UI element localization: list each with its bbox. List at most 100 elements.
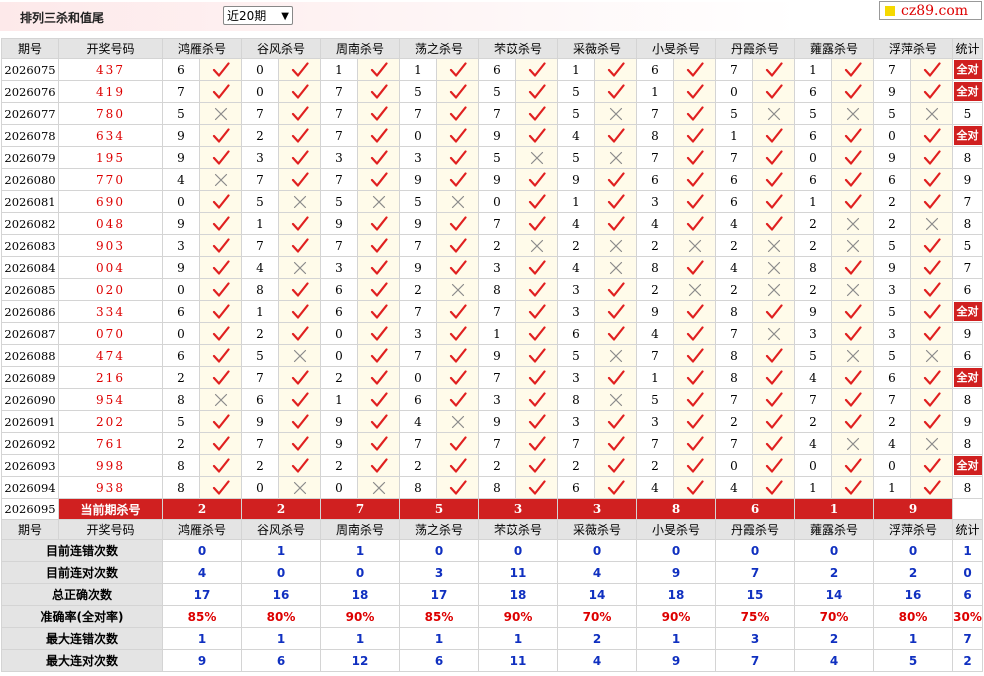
kill-number-cell: 9 [399, 212, 437, 235]
header-expert: 周南杀号 [320, 38, 400, 59]
range-select[interactable]: 近20期 ▼ [223, 6, 293, 25]
check-icon [923, 237, 941, 253]
check-icon [370, 369, 388, 385]
kill-number-cell: 0 [715, 80, 753, 103]
kill-number-cell: 7 [399, 234, 437, 257]
header-expert: 丹霞杀号 [715, 38, 795, 59]
check-icon [765, 479, 783, 495]
kill-number-cell: 2 [794, 278, 832, 301]
result-mark-cell [436, 410, 479, 433]
stat-value: 70% [557, 605, 637, 628]
result-mark-cell [910, 410, 953, 433]
stat-value: 18 [320, 583, 400, 606]
result-mark-cell [357, 212, 400, 235]
cross-icon [293, 195, 306, 208]
total-cell: 全对 [952, 58, 983, 81]
check-icon [370, 281, 388, 297]
check-icon [923, 413, 941, 429]
kill-number-cell: 6 [794, 80, 832, 103]
result-mark-cell [752, 146, 795, 169]
result-mark-cell [199, 366, 242, 389]
result-mark-cell [436, 146, 479, 169]
kill-number-cell: 6 [399, 388, 437, 411]
check-icon [686, 259, 704, 275]
result-mark-cell [594, 322, 637, 345]
result-mark-cell [278, 80, 321, 103]
check-icon [844, 391, 862, 407]
check-icon [923, 193, 941, 209]
kill-number-cell: 9 [873, 80, 911, 103]
result-mark-cell [910, 80, 953, 103]
kill-number-cell: 9 [478, 124, 516, 147]
table-row: 2026087 070 0 2 0 3 1 6 4 7 3 3 9 [1, 322, 983, 345]
draw-cell: 195 [58, 146, 163, 169]
result-mark-cell [436, 454, 479, 477]
result-mark-cell [278, 476, 321, 499]
kill-number-cell: 7 [241, 102, 279, 125]
issue-cell: 2026088 [1, 344, 59, 367]
header-expert: 荡之杀号 [399, 519, 479, 540]
kill-number-cell: 9 [162, 256, 200, 279]
check-icon [212, 237, 230, 253]
stat-value: 2 [873, 561, 953, 584]
result-mark-cell [752, 388, 795, 411]
check-icon [528, 259, 546, 275]
result-mark-cell [910, 432, 953, 455]
kill-number-cell: 2 [162, 366, 200, 389]
result-mark-cell [831, 102, 874, 125]
check-icon [686, 61, 704, 77]
kill-number-cell: 7 [399, 344, 437, 367]
result-mark-cell [357, 322, 400, 345]
result-mark-cell [357, 344, 400, 367]
current-total-empty [952, 498, 983, 520]
kill-number-cell: 3 [557, 300, 595, 323]
current-kill-number: 2 [162, 498, 242, 520]
stat-value: 0 [162, 539, 242, 562]
kill-number-cell: 3 [320, 146, 358, 169]
stat-value: 90% [636, 605, 716, 628]
cross-icon [846, 239, 859, 252]
kill-number-cell: 9 [478, 410, 516, 433]
all-correct-badge: 全对 [953, 302, 982, 321]
result-mark-cell [673, 366, 716, 389]
kill-number-cell: 9 [241, 410, 279, 433]
current-kill-number: 6 [715, 498, 795, 520]
result-mark-cell [199, 476, 242, 499]
kill-number-cell: 3 [636, 410, 674, 433]
draw-cell: 048 [58, 212, 163, 235]
kill-number-cell: 5 [873, 300, 911, 323]
check-icon [844, 369, 862, 385]
current-kill-number: 3 [557, 498, 637, 520]
logo-text: cz89.com [901, 3, 969, 19]
draw-cell: 419 [58, 80, 163, 103]
check-icon [212, 149, 230, 165]
cross-icon [609, 261, 622, 274]
result-mark-cell [594, 124, 637, 147]
check-icon [291, 391, 309, 407]
result-mark-cell [673, 80, 716, 103]
kill-number-cell: 1 [794, 58, 832, 81]
result-mark-cell [831, 366, 874, 389]
range-select-value: 近20期 [227, 9, 267, 23]
kill-number-cell: 7 [399, 300, 437, 323]
header-draw: 开奖号码 [58, 519, 163, 540]
result-mark-cell [436, 366, 479, 389]
current-kill-number: 3 [478, 498, 558, 520]
stat-label: 总正确次数 [1, 583, 163, 606]
stat-value: 0 [557, 539, 637, 562]
check-icon [449, 435, 467, 451]
top-bar: 排列三杀和值尾 近20期 ▼ cz89.com [0, 0, 984, 33]
site-logo[interactable]: cz89.com [879, 1, 982, 20]
check-icon [607, 369, 625, 385]
table-row: 2026079 195 9 3 3 3 5 5 7 7 0 9 8 [1, 146, 983, 169]
result-mark-cell [357, 124, 400, 147]
kill-number-cell: 7 [794, 388, 832, 411]
check-icon [528, 413, 546, 429]
check-icon [370, 61, 388, 77]
check-icon [686, 369, 704, 385]
header-expert: 芣苡杀号 [478, 38, 558, 59]
draw-cell: 202 [58, 410, 163, 433]
stat-value: 14 [794, 583, 874, 606]
current-issue: 2026095 [1, 498, 59, 520]
check-icon [923, 479, 941, 495]
